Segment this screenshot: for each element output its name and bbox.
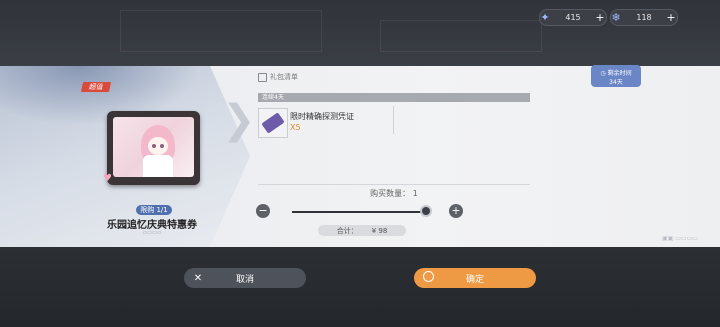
currency-snow[interactable]: ❄ 118 +: [610, 9, 678, 26]
item-name: 乐园追忆庆典特惠券: [107, 220, 197, 231]
remaining-time-label-text: 剩余时间: [607, 70, 632, 77]
snowflake-crystal-icon: ❄: [611, 11, 621, 24]
circle-icon: [418, 271, 438, 285]
pack-tag-bar: 连续4天: [258, 93, 530, 102]
cancel-button[interactable]: ✕ 取消: [184, 268, 306, 288]
divider: [258, 184, 530, 185]
purchase-count-value: 1: [412, 189, 418, 198]
clock-icon: ◷: [600, 70, 606, 77]
divider: [393, 106, 394, 134]
chevron-decoration-icon: ❯: [222, 97, 256, 143]
cancel-button-label: 取消: [235, 274, 254, 285]
reward-quantity: X5: [290, 123, 301, 132]
currency-star[interactable]: ✦ 415 +: [539, 9, 607, 26]
card-screen: [113, 117, 194, 177]
value-badge: 超值: [80, 82, 112, 92]
ticket-icon: [261, 112, 285, 134]
total-label: 合计：: [336, 226, 358, 235]
reward-name: 限时精确探测凭证: [290, 112, 354, 121]
pack-list-title: 礼包清单: [258, 72, 298, 82]
item-subtitle: ▭▭▭▭: [142, 230, 162, 236]
pack-list-title-text: 礼包清单: [270, 73, 298, 81]
add-currency-icon[interactable]: +: [594, 11, 606, 24]
background-frame: [120, 10, 322, 52]
background-frame: [380, 20, 542, 52]
character-body: [143, 155, 173, 177]
total-price: 合计： ¥ 98: [318, 225, 406, 236]
purchase-count-label: 购买数量：: [370, 189, 411, 198]
currency-snow-value: 118: [636, 13, 652, 22]
bottom-background: [0, 247, 720, 327]
quantity-slider[interactable]: [292, 211, 428, 213]
decrease-button[interactable]: −: [256, 204, 270, 218]
star-crystal-icon: ✦: [540, 11, 550, 24]
confirm-button[interactable]: 确定: [414, 268, 536, 288]
item-card-image: ♥: [103, 111, 200, 185]
quantity-slider-handle[interactable]: [420, 205, 432, 217]
purchase-limit-badge: 限购 1/1: [136, 205, 172, 215]
character-eye: [152, 144, 156, 148]
heart-icon: ♥: [103, 173, 112, 184]
remaining-time-value: 34天: [609, 79, 623, 86]
lock-icon: [258, 72, 267, 82]
reward-item-slot[interactable]: [258, 108, 288, 138]
increase-button[interactable]: +: [449, 204, 463, 218]
character-face: [148, 137, 168, 155]
purchase-count: 购买数量： 1: [258, 188, 530, 199]
close-icon: ✕: [193, 272, 203, 284]
add-currency-icon[interactable]: +: [665, 11, 677, 24]
game-logo-watermark: ▣▣ ▭▭▭▭: [662, 235, 698, 242]
total-value: ¥ 98: [371, 226, 388, 235]
currency-star-value: 415: [565, 13, 581, 22]
confirm-button-label: 确定: [465, 274, 484, 285]
remaining-time-label: ◷ 剩余时间: [591, 68, 641, 77]
remaining-time-badge: ◷ 剩余时间 34天: [591, 65, 641, 87]
character-eye: [160, 144, 164, 148]
